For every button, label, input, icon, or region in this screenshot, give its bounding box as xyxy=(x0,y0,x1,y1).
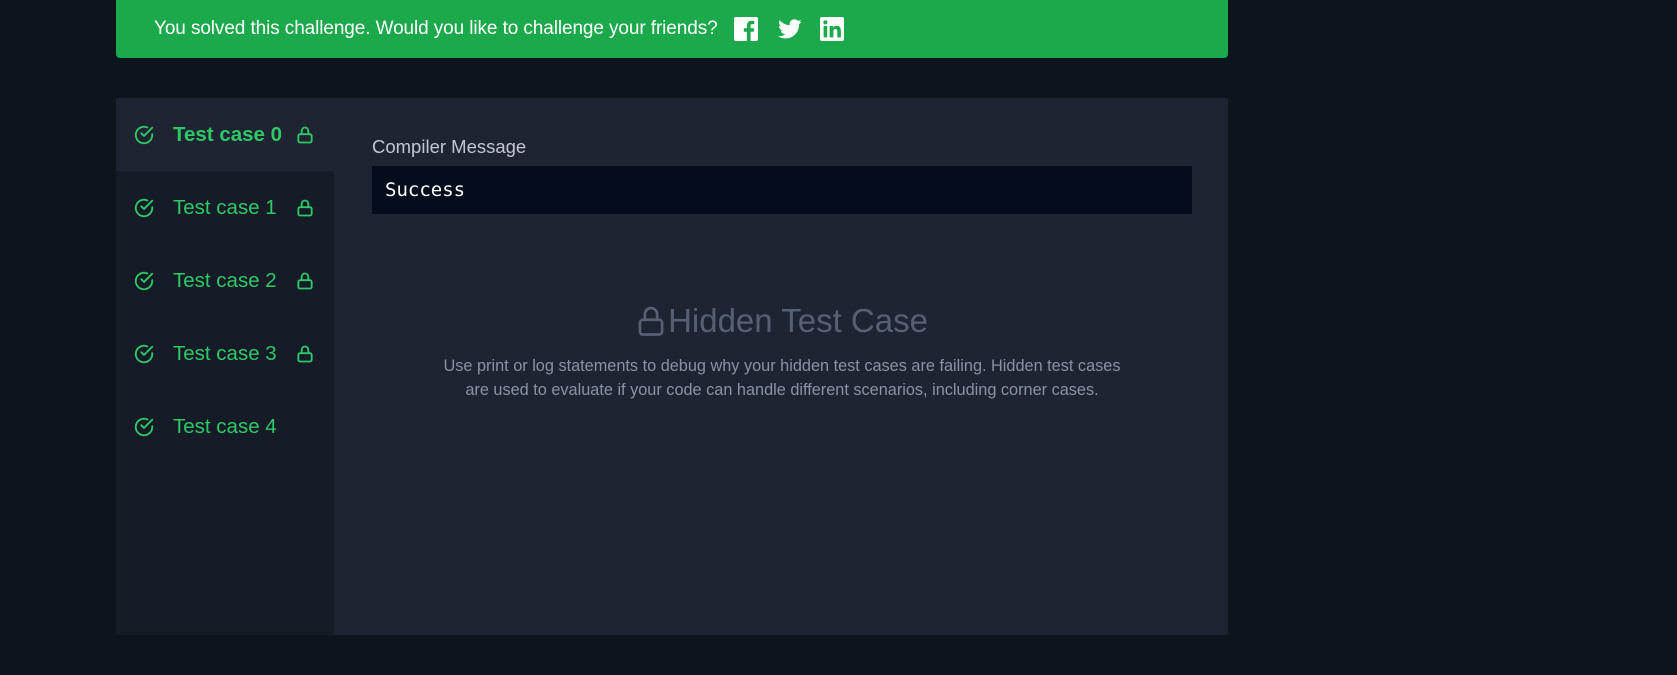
test-case-tab-2[interactable]: Test case 2 xyxy=(116,244,334,317)
test-case-list: Test case 0 Test case 1 Test case 2 Test… xyxy=(116,98,334,635)
test-case-details: Compiler Message Success Hidden Test Cas… xyxy=(372,98,1192,635)
check-circle-icon xyxy=(134,417,154,436)
compiler-message-text: Success xyxy=(385,179,466,201)
check-circle-icon xyxy=(134,125,154,144)
facebook-icon[interactable] xyxy=(733,17,758,41)
test-case-label: Test case 4 xyxy=(173,414,277,438)
compiler-message-label: Compiler Message xyxy=(372,136,527,157)
test-case-label: Test case 3 xyxy=(173,341,277,365)
lock-icon xyxy=(297,345,313,362)
test-case-label: Test case 1 xyxy=(173,195,277,219)
linkedin-icon[interactable] xyxy=(819,17,844,41)
hidden-test-case-heading: Hidden Test Case xyxy=(636,300,928,342)
check-circle-icon xyxy=(134,198,154,217)
lock-icon xyxy=(297,126,313,143)
check-circle-icon xyxy=(134,344,154,363)
test-case-tab-4[interactable]: Test case 4 xyxy=(116,390,334,463)
test-case-tab-0[interactable]: Test case 0 xyxy=(116,98,334,171)
test-case-label: Test case 2 xyxy=(173,268,277,292)
test-results-panel: Test case 0 Test case 1 Test case 2 Test… xyxy=(116,98,1228,635)
test-case-label: Test case 0 xyxy=(173,122,283,146)
hidden-test-case-title: Hidden Test Case xyxy=(668,302,928,339)
test-case-tab-1[interactable]: Test case 1 xyxy=(116,171,334,244)
twitter-icon[interactable] xyxy=(777,17,802,41)
social-share-links xyxy=(733,17,844,41)
success-banner: You solved this challenge. Would you lik… xyxy=(116,0,1228,58)
banner-message: You solved this challenge. Would you lik… xyxy=(154,18,718,39)
hidden-test-case-description: Use print or log statements to debug why… xyxy=(443,357,1121,399)
check-circle-icon xyxy=(134,271,154,290)
lock-icon xyxy=(297,272,313,289)
lock-icon xyxy=(638,306,664,336)
test-case-tab-3[interactable]: Test case 3 xyxy=(116,317,334,390)
hidden-test-case-notice: Hidden Test Case Use print or log statem… xyxy=(372,300,1192,402)
lock-icon xyxy=(297,199,313,216)
compiler-message-output: Success xyxy=(372,166,1192,214)
